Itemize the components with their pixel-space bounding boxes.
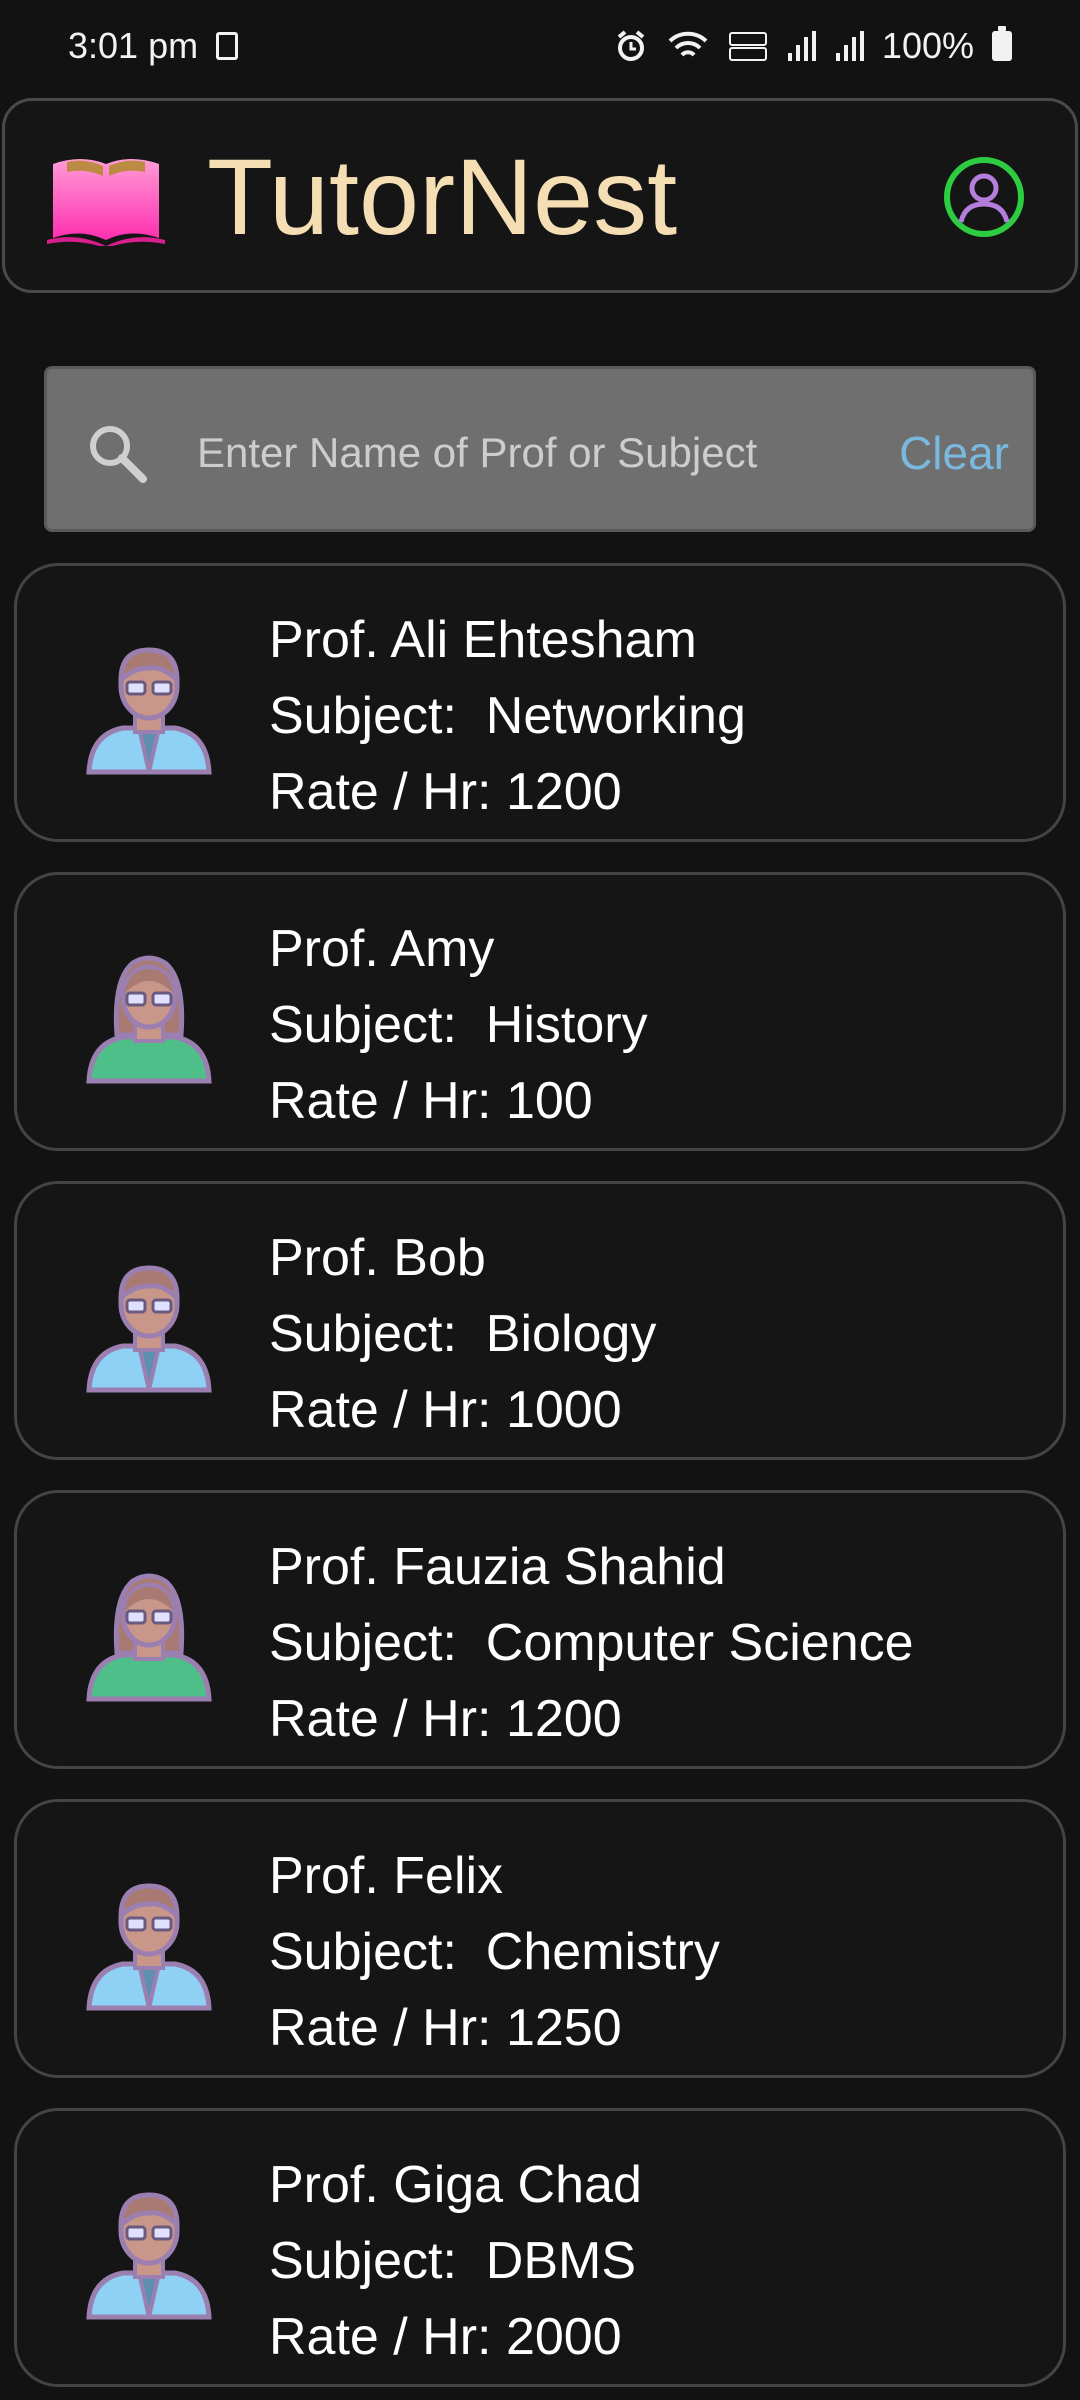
tutor-subject-row: Subject: Chemistry xyxy=(269,1914,720,1990)
tutor-rate-row: Rate / Hr: 2000 xyxy=(269,2299,642,2375)
tutor-info: Prof. Fauzia Shahid Subject: Computer Sc… xyxy=(269,1529,914,1757)
rate-label: Rate / Hr: xyxy=(269,1072,492,1130)
tutor-subject: Computer Science xyxy=(485,1614,914,1672)
female-avatar-icon xyxy=(73,939,225,1091)
tutor-info: Prof. Ali Ehtesham Subject: Networking R… xyxy=(269,602,746,830)
male-avatar-icon xyxy=(73,630,225,782)
tutor-card[interactable]: Prof. Fauzia Shahid Subject: Computer Sc… xyxy=(14,1490,1066,1769)
tutor-name: Prof. Fauzia Shahid xyxy=(269,1538,726,1596)
tutor-rate: 1000 xyxy=(505,1381,622,1439)
tutor-card[interactable]: Prof. Giga Chad Subject: DBMS Rate / Hr:… xyxy=(14,2108,1066,2387)
rate-label: Rate / Hr: xyxy=(269,1690,492,1748)
tutor-card[interactable]: Prof. Ali Ehtesham Subject: Networking R… xyxy=(14,563,1066,842)
male-avatar-icon xyxy=(73,1866,225,2018)
rate-label: Rate / Hr: xyxy=(269,763,492,821)
female-avatar-icon xyxy=(73,1557,225,1709)
rate-label: Rate / Hr: xyxy=(269,2308,492,2366)
tutor-subject: DBMS xyxy=(485,2232,637,2290)
tutor-list: Prof. Ali Ehtesham Subject: Networking R… xyxy=(0,0,1080,2400)
tutor-card[interactable]: Prof. Felix Subject: Chemistry Rate / Hr… xyxy=(14,1799,1066,2078)
tutor-name: Prof. Giga Chad xyxy=(269,2156,642,2214)
tutor-card[interactable]: Prof. Amy Subject: History Rate / Hr: 10… xyxy=(14,872,1066,1151)
tutor-subject: Biology xyxy=(485,1305,657,1363)
rate-label: Rate / Hr: xyxy=(269,1381,492,1439)
tutor-rate: 1200 xyxy=(505,1690,622,1748)
tutor-name: Prof. Bob xyxy=(269,1229,486,1287)
tutor-name: Prof. Ali Ehtesham xyxy=(269,611,697,669)
tutor-rate-row: Rate / Hr: 1000 xyxy=(269,1372,656,1448)
tutor-subject-row: Subject: History xyxy=(269,987,648,1063)
tutor-name: Prof. Amy xyxy=(269,920,495,978)
tutor-rate: 1200 xyxy=(505,763,622,821)
rate-label: Rate / Hr: xyxy=(269,1999,492,2057)
tutor-info: Prof. Giga Chad Subject: DBMS Rate / Hr:… xyxy=(269,2147,642,2375)
tutor-info: Prof. Amy Subject: History Rate / Hr: 10… xyxy=(269,911,648,1139)
tutor-subject-row: Subject: Networking xyxy=(269,678,746,754)
tutor-rate-row: Rate / Hr: 1200 xyxy=(269,754,746,830)
tutor-info: Prof. Bob Subject: Biology Rate / Hr: 10… xyxy=(269,1220,656,1448)
tutor-subject: Networking xyxy=(485,687,746,745)
tutor-subject-row: Subject: Computer Science xyxy=(269,1605,914,1681)
male-avatar-icon xyxy=(73,1248,225,1400)
subject-label: Subject: xyxy=(269,996,457,1054)
tutor-rate: 2000 xyxy=(505,2308,622,2366)
tutor-card[interactable]: Prof. Bob Subject: Biology Rate / Hr: 10… xyxy=(14,1181,1066,1460)
tutor-subject: History xyxy=(485,996,648,1054)
subject-label: Subject: xyxy=(269,1305,457,1363)
tutor-subject: Chemistry xyxy=(485,1923,720,1981)
tutor-rate-row: Rate / Hr: 1200 xyxy=(269,1681,914,1757)
tutor-rate: 1250 xyxy=(505,1999,622,2057)
tutor-rate-row: Rate / Hr: 100 xyxy=(269,1063,648,1139)
tutor-subject-row: Subject: DBMS xyxy=(269,2223,642,2299)
subject-label: Subject: xyxy=(269,2232,457,2290)
tutor-subject-row: Subject: Biology xyxy=(269,1296,656,1372)
tutor-info: Prof. Felix Subject: Chemistry Rate / Hr… xyxy=(269,1838,720,2066)
tutor-name: Prof. Felix xyxy=(269,1847,504,1905)
male-avatar-icon xyxy=(73,2175,225,2327)
subject-label: Subject: xyxy=(269,687,457,745)
tutor-rate: 100 xyxy=(505,1072,593,1130)
tutor-rate-row: Rate / Hr: 1250 xyxy=(269,1990,720,2066)
subject-label: Subject: xyxy=(269,1614,457,1672)
subject-label: Subject: xyxy=(269,1923,457,1981)
